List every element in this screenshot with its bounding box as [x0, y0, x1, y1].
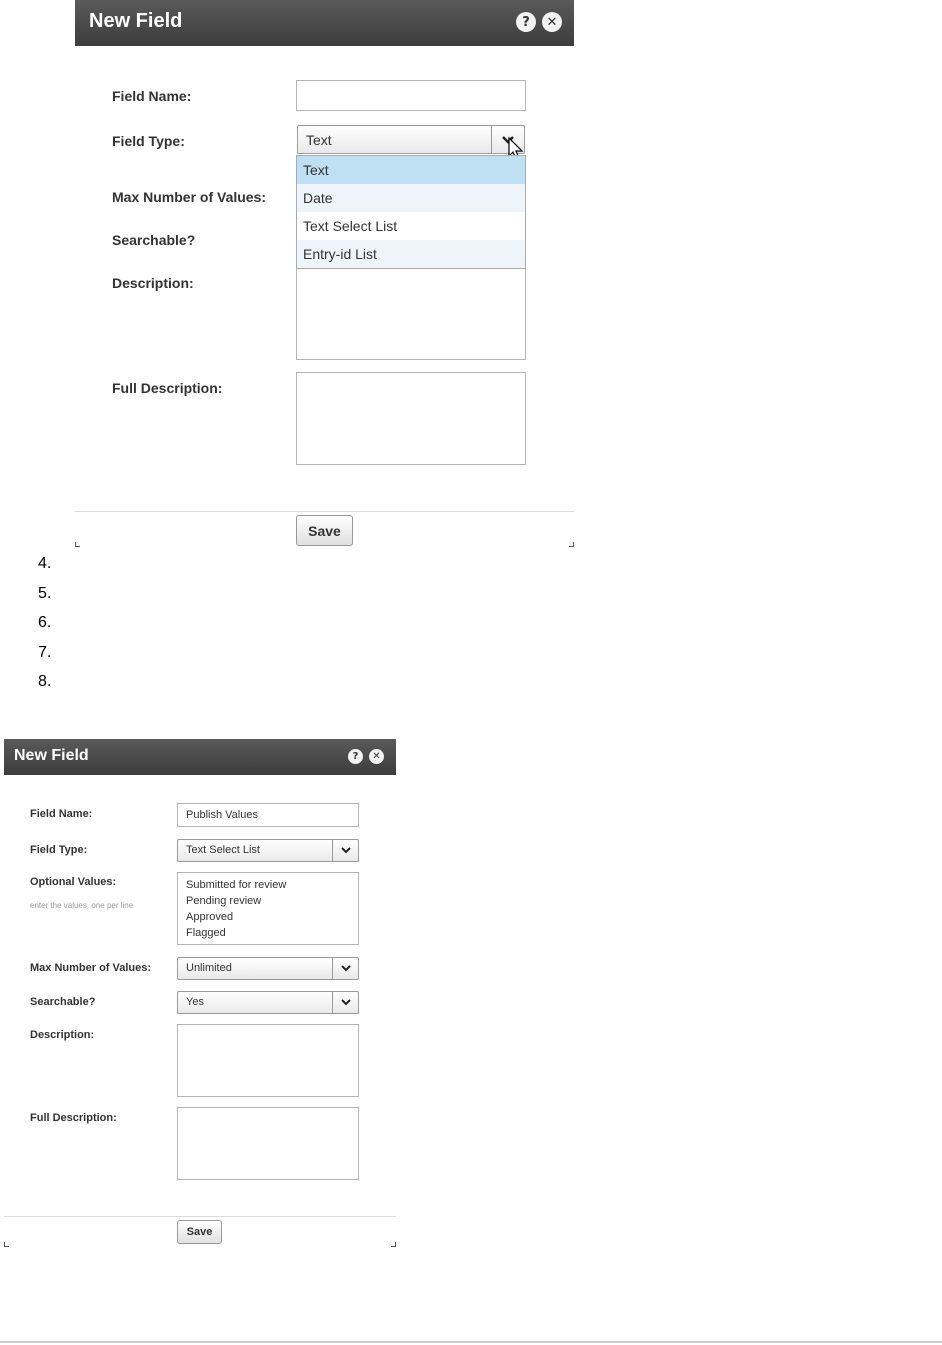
- help-icon[interactable]: ?: [348, 749, 363, 764]
- dialog-title: New Field: [14, 747, 89, 764]
- max-values-select[interactable]: Unlimited: [177, 957, 359, 980]
- field-type-select[interactable]: Text: [297, 125, 525, 154]
- chevron-down-icon[interactable]: [332, 992, 358, 1013]
- searchable-select[interactable]: Yes: [177, 991, 359, 1014]
- full-description-label: Full Description:: [30, 1112, 117, 1124]
- step-number: 6.: [38, 614, 52, 631]
- full-description-textarea[interactable]: [296, 372, 526, 465]
- field-name-value: Publish Values: [186, 809, 258, 821]
- field-name-input[interactable]: [296, 80, 526, 111]
- close-icon[interactable]: ✕: [542, 12, 562, 32]
- optional-value-line: Flagged: [186, 927, 226, 939]
- save-button[interactable]: Save: [177, 1220, 222, 1244]
- field-name-input[interactable]: Publish Values: [177, 803, 359, 827]
- dialog-titlebar: New Field ? ✕: [75, 0, 574, 46]
- help-icon[interactable]: ?: [516, 12, 536, 32]
- dropdown-option-text-select-list[interactable]: Text Select List: [297, 212, 525, 240]
- dropdown-option-entry-id-list[interactable]: Entry-id List: [297, 240, 525, 268]
- description-label: Description:: [112, 275, 194, 291]
- optional-value-line: Submitted for review: [186, 879, 287, 891]
- step-number: 8.: [38, 673, 52, 690]
- close-icon[interactable]: ✕: [369, 749, 384, 764]
- step-number: 7.: [38, 643, 52, 661]
- optional-values-hint: enter the values, one per line: [30, 901, 134, 910]
- dropdown-option-text[interactable]: Text: [297, 156, 525, 184]
- optional-values-textarea[interactable]: Submitted for review Pending review Appr…: [177, 872, 359, 945]
- dialog-footer-divider: [4, 1216, 396, 1217]
- field-type-label: Field Type:: [112, 133, 185, 149]
- dropdown-option-date[interactable]: Date: [297, 184, 525, 212]
- max-values-value: Unlimited: [186, 962, 232, 974]
- full-description-textarea[interactable]: [177, 1107, 359, 1180]
- new-field-dialog-2: New Field ? ✕ Field Name: Publish Values…: [4, 739, 396, 1247]
- field-type-label: Field Type:: [30, 844, 88, 856]
- resize-handle[interactable]: [569, 542, 574, 547]
- optional-values-label: Optional Values:: [30, 876, 117, 888]
- new-field-dialog-1: New Field ? ✕ Field Name: Field Type: Te…: [75, 0, 574, 548]
- field-name-label: Field Name:: [30, 808, 93, 820]
- optional-value-line: Approved: [186, 911, 234, 923]
- field-type-value: Text: [306, 132, 332, 148]
- corner-mark: [4, 1242, 9, 1247]
- field-name-label: Field Name:: [112, 88, 192, 104]
- step-number: 4.: [38, 555, 52, 572]
- dialog-footer-divider: [75, 511, 574, 512]
- full-description-label: Full Description:: [112, 380, 223, 396]
- step-list: 4. 5. 6. 7. 8.: [38, 555, 51, 703]
- chevron-down-icon[interactable]: [332, 958, 358, 979]
- description-label: Description:: [30, 1029, 95, 1041]
- dialog-title: New Field: [89, 10, 183, 32]
- page-bottom-rule: [0, 1341, 942, 1343]
- searchable-value: Yes: [186, 996, 204, 1008]
- field-type-dropdown-menu: Text Date Text Select List Entry-id List: [296, 155, 526, 269]
- searchable-label: Searchable?: [30, 996, 96, 1008]
- description-textarea[interactable]: [296, 265, 526, 360]
- field-type-select[interactable]: Text Select List: [177, 839, 359, 862]
- chevron-down-icon[interactable]: [332, 840, 358, 861]
- corner-mark: [75, 542, 80, 547]
- save-button[interactable]: Save: [296, 515, 353, 546]
- field-type-value: Text Select List: [186, 844, 260, 856]
- max-values-label: Max Number of Values:: [112, 189, 267, 205]
- max-values-label: Max Number of Values:: [30, 962, 152, 974]
- searchable-label: Searchable?: [112, 232, 196, 248]
- dialog-titlebar: New Field ? ✕: [4, 739, 396, 775]
- resize-handle[interactable]: [391, 1242, 396, 1247]
- step-number: 5.: [38, 584, 52, 602]
- optional-value-line: Pending review: [186, 895, 262, 907]
- description-textarea[interactable]: [177, 1024, 359, 1097]
